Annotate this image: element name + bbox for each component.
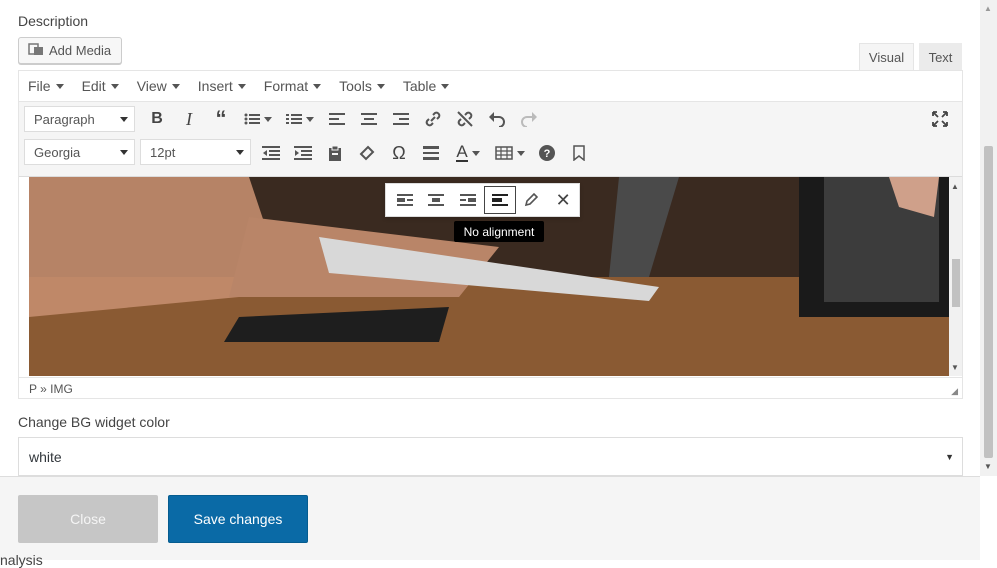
scroll-up-icon[interactable]: ▲: [951, 182, 959, 191]
svg-text:?: ?: [544, 148, 551, 160]
menu-view[interactable]: View: [128, 78, 189, 94]
font-size-select[interactable]: 12pt: [140, 139, 251, 165]
alignment-tooltip: No alignment: [454, 221, 544, 242]
paragraph-select-value: Paragraph: [34, 111, 95, 127]
editor-toolbar-row-1: Paragraph B I “: [19, 102, 962, 136]
scroll-up-icon[interactable]: ▲: [984, 4, 992, 13]
menu-view-label: View: [136, 78, 167, 94]
modal-dialog: Description Add Media Visual Text File E…: [0, 0, 980, 476]
font-family-select[interactable]: Georgia: [24, 139, 135, 165]
chevron-down-icon: [441, 83, 450, 89]
edit-image-icon[interactable]: [516, 186, 548, 214]
clear-formatting-icon[interactable]: [351, 139, 383, 167]
chevron-down-icon: [313, 83, 322, 89]
chevron-down-icon: [171, 83, 180, 89]
outdent-icon[interactable]: [255, 139, 287, 167]
menu-tools-label: Tools: [339, 78, 372, 94]
menu-format-label: Format: [263, 78, 309, 94]
chevron-down-icon: [110, 83, 119, 89]
menu-table-label: Table: [402, 78, 437, 94]
bullet-list-icon[interactable]: [237, 105, 279, 133]
bookmark-icon[interactable]: [563, 139, 595, 167]
chevron-down-icon: [55, 83, 64, 89]
menu-tools[interactable]: Tools: [330, 78, 394, 94]
chevron-down-icon: [120, 149, 128, 155]
image-toolbar: ✕: [385, 183, 580, 217]
horizontal-line-icon[interactable]: [415, 139, 447, 167]
undo-icon[interactable]: [481, 105, 513, 133]
align-right-icon[interactable]: [385, 105, 417, 133]
paste-text-icon[interactable]: [319, 139, 351, 167]
redo-icon[interactable]: [513, 105, 545, 133]
menu-table[interactable]: Table: [394, 78, 458, 94]
special-character-icon[interactable]: Ω: [383, 139, 415, 167]
blockquote-icon[interactable]: “: [205, 105, 237, 133]
scroll-down-icon[interactable]: ▼: [951, 363, 959, 372]
menu-insert[interactable]: Insert: [189, 78, 255, 94]
numbered-list-icon[interactable]: [279, 105, 321, 133]
chevron-down-icon: [237, 83, 246, 89]
editor-scrollbar[interactable]: ▲ ▼: [949, 177, 962, 376]
bg-widget-label: Change BG widget color: [18, 414, 170, 430]
align-left-image-icon[interactable]: [389, 186, 421, 214]
table-icon[interactable]: [489, 139, 531, 167]
add-media-button[interactable]: Add Media: [18, 37, 122, 64]
link-icon[interactable]: [417, 105, 449, 133]
font-family-value: Georgia: [34, 144, 81, 160]
resize-handle-icon[interactable]: ◢: [951, 386, 958, 397]
align-left-icon[interactable]: [321, 105, 353, 133]
bold-icon[interactable]: B: [141, 105, 173, 133]
save-changes-button[interactable]: Save changes: [168, 495, 308, 543]
align-right-image-icon[interactable]: [452, 186, 484, 214]
font-size-value: 12pt: [150, 144, 176, 160]
remove-image-icon[interactable]: ✕: [547, 186, 579, 214]
menu-file[interactable]: File: [19, 78, 73, 94]
description-label: Description: [18, 13, 89, 29]
menu-insert-label: Insert: [197, 78, 233, 94]
help-icon[interactable]: ?: [531, 139, 563, 167]
unlink-icon[interactable]: [449, 105, 481, 133]
modal-scroll-thumb[interactable]: [984, 146, 993, 458]
editor-toolbar-row-2: Georgia 12pt Ω A ?: [19, 136, 962, 177]
media-icon: [28, 42, 44, 59]
menu-format[interactable]: Format: [255, 78, 330, 94]
tab-text[interactable]: Text: [919, 43, 962, 71]
element-path: P » IMG: [29, 381, 73, 396]
text-color-icon[interactable]: A: [447, 139, 489, 167]
chevron-down-icon: [376, 83, 385, 89]
editor-menubar: File Edit View Insert Format Tools Table: [19, 71, 962, 102]
menu-edit-label: Edit: [81, 78, 106, 94]
bg-color-select[interactable]: white ▼: [18, 437, 963, 476]
indent-icon[interactable]: [287, 139, 319, 167]
chevron-down-icon: [236, 149, 244, 155]
paragraph-select[interactable]: Paragraph: [24, 106, 135, 132]
editor-statusbar: P » IMG ◢: [19, 377, 962, 399]
chevron-down-icon: ▼: [945, 451, 954, 462]
background-page-text: nalysis: [0, 552, 43, 568]
close-button[interactable]: Close: [18, 495, 158, 543]
no-alignment-icon[interactable]: [483, 186, 516, 214]
bg-color-value: white: [29, 448, 62, 465]
italic-icon[interactable]: I: [173, 105, 205, 133]
align-center-icon[interactable]: [353, 105, 385, 133]
menu-edit[interactable]: Edit: [73, 78, 128, 94]
modal-footer: Close Save changes: [0, 476, 980, 560]
align-center-image-icon[interactable]: [421, 186, 453, 214]
add-media-label: Add Media: [49, 43, 112, 58]
tab-visual[interactable]: Visual: [859, 43, 914, 71]
menu-file-label: File: [28, 78, 51, 94]
scroll-down-icon[interactable]: ▼: [984, 462, 992, 471]
editor-scroll-thumb[interactable]: [952, 259, 960, 307]
fullscreen-icon[interactable]: [924, 105, 956, 133]
chevron-down-icon: [120, 116, 128, 122]
